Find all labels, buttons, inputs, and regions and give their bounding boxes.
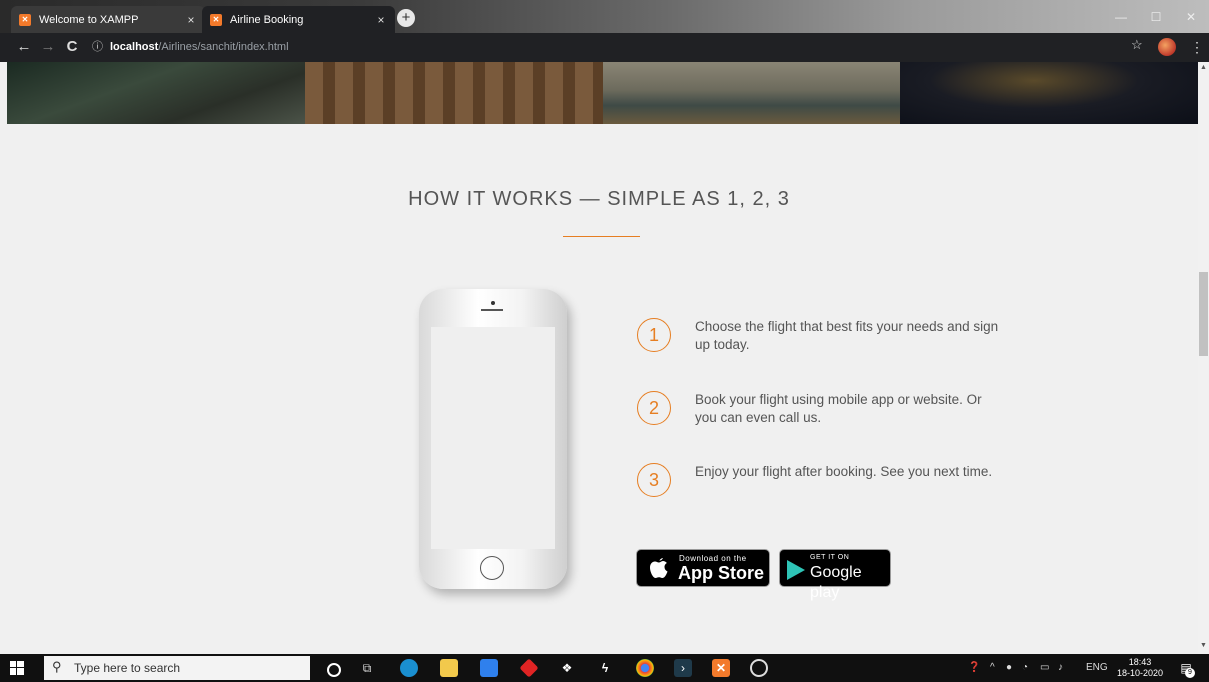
app-store-small-text: Download on the bbox=[679, 554, 747, 563]
minimize-button[interactable]: — bbox=[1105, 6, 1137, 28]
colosseum-photo bbox=[304, 62, 603, 124]
wifi-icon[interactable]: ◔ bbox=[1022, 658, 1028, 678]
tab-title: Welcome to XAMPP bbox=[39, 13, 139, 26]
file-explorer-icon[interactable] bbox=[440, 659, 458, 677]
windows-taskbar: ⚲ Type here to search ⧉ ❖ ϟ › ✕ ❓ ^ ● ◔ … bbox=[0, 654, 1209, 682]
app-red-icon[interactable] bbox=[519, 658, 539, 678]
browser-tab-strip: ✕ Welcome to XAMPP × ✕ Airline Booking ×… bbox=[0, 0, 1209, 33]
url-text: localhost/Airlines/sanchit/index.html bbox=[110, 37, 289, 58]
tab-title: Airline Booking bbox=[230, 13, 304, 26]
url-host: localhost bbox=[110, 41, 159, 53]
app-store-big-text: App Store bbox=[678, 563, 765, 583]
step-number: 1 bbox=[637, 318, 671, 352]
step-text: Book your flight using mobile app or web… bbox=[695, 392, 982, 425]
xampp-taskbar-icon[interactable]: ✕ bbox=[712, 659, 730, 677]
search-icon: ⚲ bbox=[52, 659, 62, 674]
eiffel-tower-night-photo bbox=[900, 62, 1198, 124]
phone-home-button bbox=[480, 556, 504, 580]
scroll-down-arrow-icon[interactable]: ▼ bbox=[1198, 642, 1209, 649]
scroll-thumb[interactable] bbox=[1199, 272, 1208, 356]
edge-browser-icon[interactable] bbox=[400, 659, 418, 677]
web-page: HOW IT WORKS — SIMPLE AS 1, 2, 3 1 Choos… bbox=[0, 62, 1198, 654]
search-placeholder: Type here to search bbox=[74, 661, 181, 675]
close-tab-icon[interactable]: × bbox=[375, 13, 387, 27]
forward-button[interactable]: → bbox=[38, 37, 58, 57]
volume-icon[interactable]: ♪ bbox=[1058, 658, 1063, 678]
close-tab-icon[interactable]: × bbox=[185, 13, 197, 27]
maximize-button[interactable]: ☐ bbox=[1140, 6, 1172, 28]
step-number: 3 bbox=[637, 463, 671, 497]
mail-icon[interactable] bbox=[480, 659, 498, 677]
river-city-photo bbox=[602, 62, 901, 124]
clock-date: 18-10-2020 bbox=[1116, 668, 1164, 678]
battery-icon[interactable]: ▭ bbox=[1040, 658, 1049, 678]
browser-toolbar: ← → C ⓘ localhost/Airlines/sanchit/index… bbox=[0, 33, 1209, 62]
smartphone-image bbox=[419, 289, 567, 589]
close-window-button[interactable]: ✕ bbox=[1175, 6, 1207, 28]
google-play-big-text: Google play bbox=[810, 564, 862, 601]
phone-screen bbox=[431, 327, 555, 549]
app-bolt-icon[interactable]: ϟ bbox=[596, 659, 614, 677]
app-store-badge[interactable]: Download on the App Store bbox=[636, 549, 770, 587]
step-text: Choose the flight that best fits your ne… bbox=[695, 319, 999, 352]
step-text: Enjoy your flight after booking. See you… bbox=[695, 464, 993, 479]
help-icon[interactable]: ❓ bbox=[968, 658, 980, 678]
section-heading: HOW IT WORKS — SIMPLE AS 1, 2, 3 bbox=[408, 188, 790, 210]
task-view-icon[interactable]: ⧉ bbox=[358, 659, 376, 677]
language-indicator[interactable]: ENG bbox=[1086, 658, 1108, 678]
dropbox-icon[interactable]: ❖ bbox=[558, 659, 576, 677]
tray-chevron-icon[interactable]: ^ bbox=[990, 658, 995, 678]
xampp-icon: ✕ bbox=[19, 13, 31, 26]
new-tab-button[interactable]: + bbox=[397, 9, 415, 27]
phone-camera bbox=[491, 301, 495, 305]
google-play-small-text: GET IT ON bbox=[810, 554, 850, 561]
taskbar-search-box[interactable]: ⚲ Type here to search bbox=[44, 656, 310, 680]
back-button[interactable]: ← bbox=[14, 37, 34, 57]
url-path: /Airlines/sanchit/index.html bbox=[158, 41, 289, 53]
google-play-icon bbox=[787, 560, 805, 580]
chrome-icon[interactable] bbox=[636, 659, 654, 677]
bookmark-star-icon[interactable]: ☆ bbox=[1131, 37, 1143, 53]
xampp-icon: ✕ bbox=[210, 13, 222, 26]
clock-time: 18:43 bbox=[1128, 657, 1152, 667]
reload-button[interactable]: C bbox=[62, 37, 82, 57]
city-image-strip bbox=[7, 62, 1198, 124]
terminal-icon[interactable]: › bbox=[674, 659, 692, 677]
cortana-icon[interactable] bbox=[327, 663, 341, 677]
system-clock[interactable]: 18:43 18-10-2020 bbox=[1114, 657, 1166, 679]
phone-speaker bbox=[481, 309, 503, 311]
app-circle-icon[interactable] bbox=[750, 659, 768, 677]
tab-airline-booking[interactable]: ✕ Airline Booking × bbox=[202, 6, 395, 33]
apple-icon bbox=[649, 556, 669, 585]
browser-menu-icon[interactable]: ⋮ bbox=[1190, 36, 1204, 58]
tray-app-icon[interactable]: ● bbox=[1006, 658, 1012, 678]
address-bar[interactable]: ⓘ localhost/Airlines/sanchit/index.html bbox=[92, 37, 1202, 58]
profile-avatar[interactable] bbox=[1158, 38, 1176, 56]
windows-start-icon[interactable] bbox=[10, 661, 24, 675]
city-photo bbox=[7, 62, 305, 124]
step-number: 2 bbox=[637, 391, 671, 425]
heading-divider bbox=[563, 236, 640, 237]
tab-welcome-xampp[interactable]: ✕ Welcome to XAMPP × bbox=[11, 6, 205, 33]
page-scrollbar[interactable]: ▲ ▼ bbox=[1198, 62, 1209, 654]
notification-count: 9 bbox=[1185, 668, 1195, 678]
scroll-up-arrow-icon[interactable]: ▲ bbox=[1198, 64, 1209, 71]
google-play-badge[interactable]: GET IT ON Google play bbox=[779, 549, 891, 601]
info-icon[interactable]: ⓘ bbox=[92, 37, 108, 58]
